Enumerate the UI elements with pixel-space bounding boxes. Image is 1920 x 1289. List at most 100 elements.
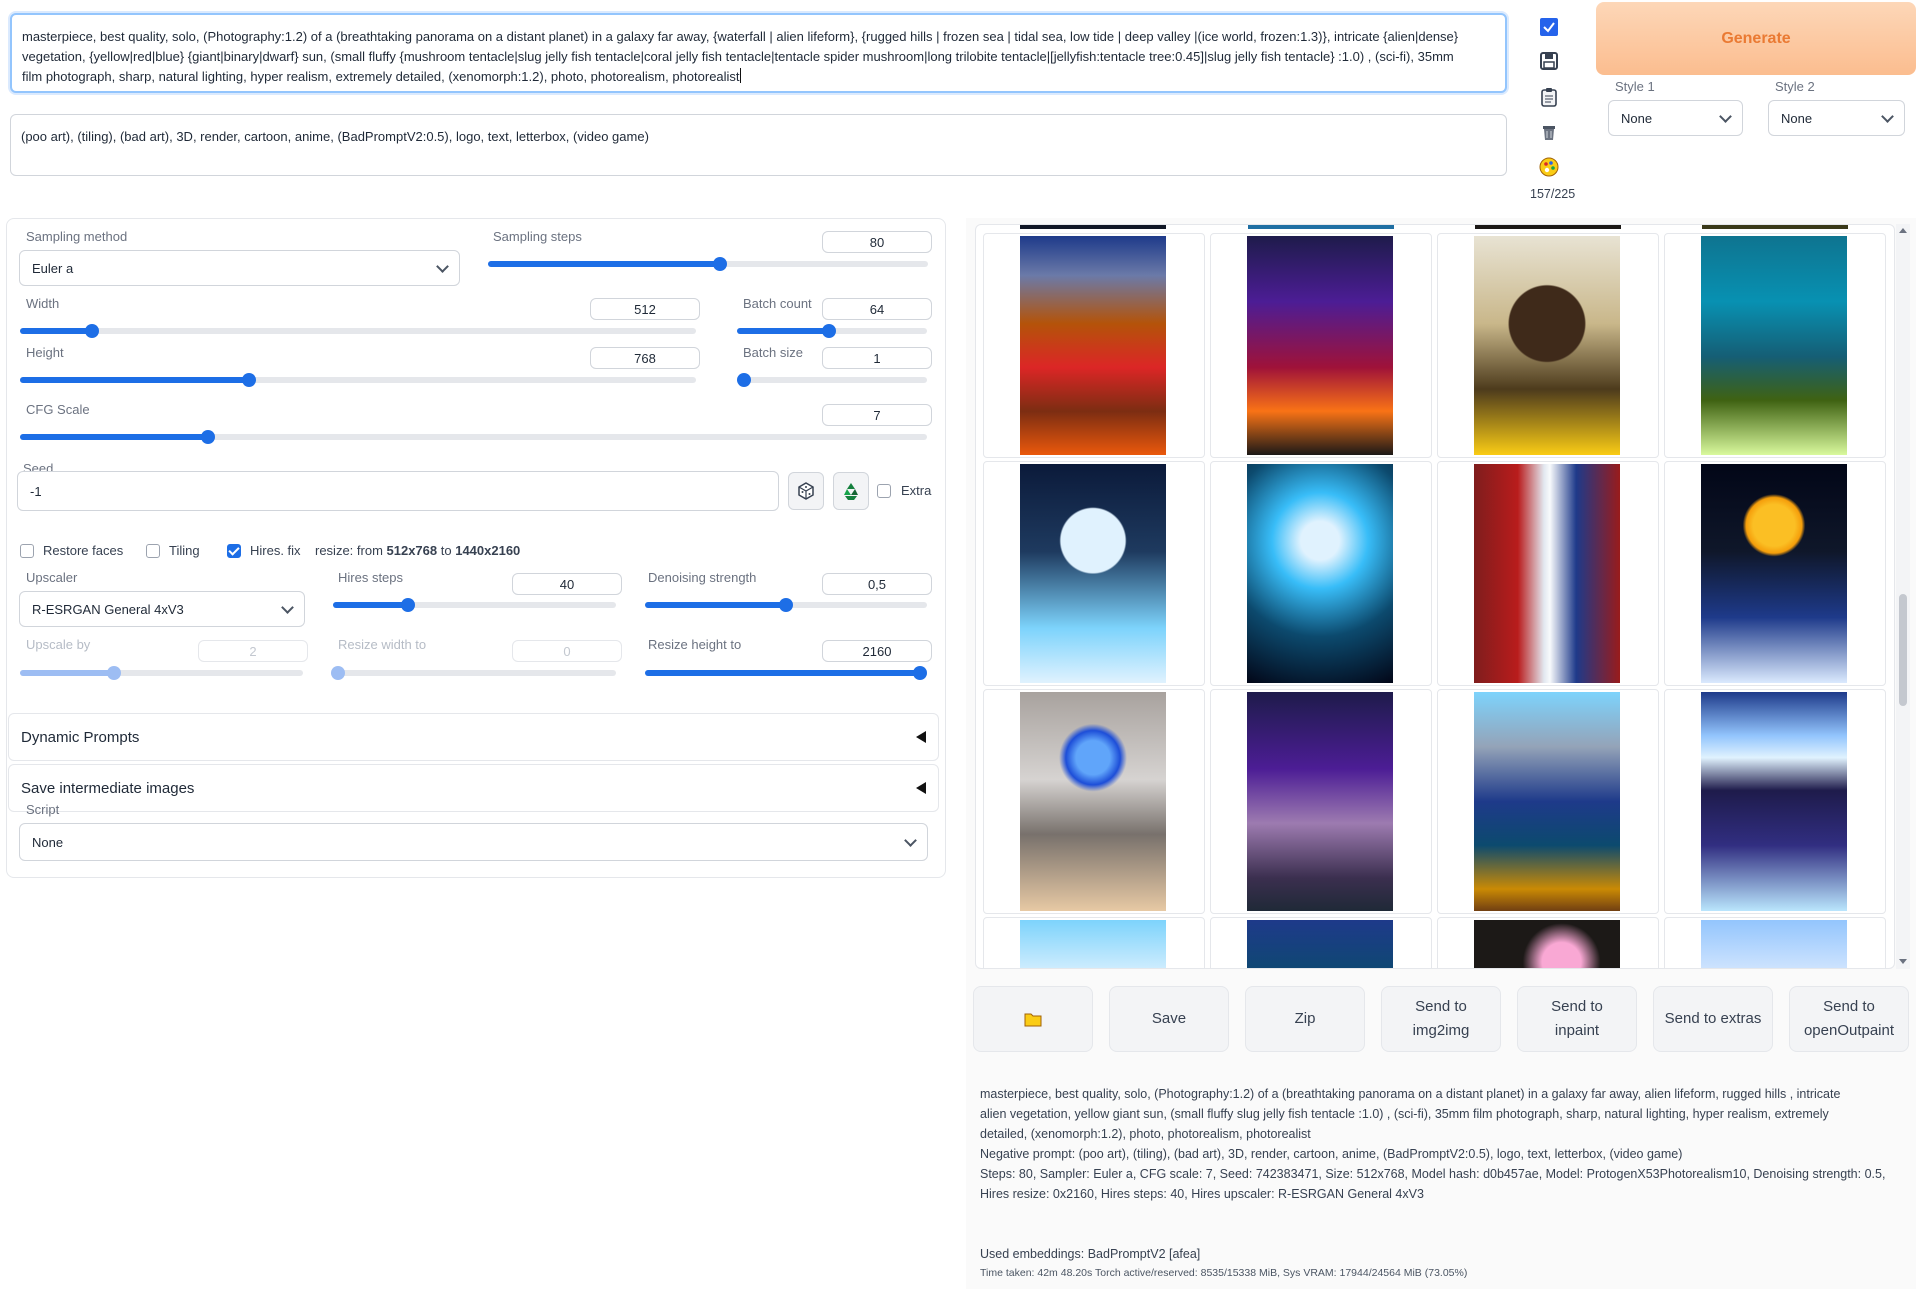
slider-thumb[interactable]: [200, 430, 215, 444]
seed-input[interactable]: -1: [17, 471, 779, 511]
hires-fix-checkbox[interactable]: [227, 544, 241, 558]
gallery-thumbnail[interactable]: [983, 689, 1205, 914]
gallery-thumbnail[interactable]: [1664, 233, 1886, 458]
gallery-thumbnail[interactable]: [1210, 461, 1432, 686]
slider-thumb[interactable]: [779, 598, 793, 612]
style1-select[interactable]: None: [1608, 100, 1743, 136]
send-to-img2img-button[interactable]: Send to img2img: [1381, 986, 1501, 1052]
gallery-thumbnail[interactable]: [1210, 233, 1432, 458]
save-intermediate-accordion[interactable]: Save intermediate images: [8, 764, 939, 812]
denoising-strength-input[interactable]: 0,5: [822, 573, 932, 595]
script-value: None: [32, 834, 64, 850]
clear-prompt-button[interactable]: [1536, 119, 1562, 145]
prompt-textarea[interactable]: masterpiece, best quality, solo, (Photog…: [10, 13, 1507, 93]
gallery-thumbnail[interactable]: [983, 461, 1205, 686]
width-slider[interactable]: [20, 324, 696, 338]
floppy-disk-icon: [1540, 52, 1558, 70]
resize-to: 1440x2160: [455, 543, 521, 558]
info-line: Steps: 80, Sampler: Euler a, CFG scale: …: [980, 1167, 1886, 1181]
hires-steps-input[interactable]: 40: [512, 573, 622, 595]
open-folder-button[interactable]: [973, 986, 1093, 1052]
apply-style-button[interactable]: [1536, 84, 1562, 110]
paste-params-button[interactable]: [1536, 14, 1562, 40]
gallery-thumbnail[interactable]: [1664, 917, 1886, 968]
send-to-extras-button[interactable]: Send to extras: [1653, 986, 1773, 1052]
extra-networks-button[interactable]: [1536, 154, 1562, 180]
dynamic-prompts-accordion[interactable]: Dynamic Prompts: [8, 713, 939, 761]
scrollbar-thumb[interactable]: [1899, 594, 1907, 706]
upscaler-select[interactable]: R-ESRGAN General 4xV3: [19, 591, 305, 627]
resize-width-slider[interactable]: [331, 666, 616, 680]
reuse-seed-button[interactable]: [833, 472, 869, 510]
resize-info-prefix: resize: from: [315, 543, 387, 558]
slider-thumb[interactable]: [737, 373, 751, 387]
sampling-steps-slider[interactable]: [488, 257, 928, 271]
gallery-thumbnail[interactable]: [1210, 917, 1432, 968]
save-button[interactable]: Save: [1109, 986, 1229, 1052]
sampling-steps-label: Sampling steps: [493, 229, 582, 244]
upscale-by-input[interactable]: 2: [198, 640, 308, 662]
image-gallery[interactable]: [975, 224, 1895, 969]
upscale-by-slider[interactable]: [20, 666, 303, 680]
gallery-thumbnail[interactable]: [1437, 461, 1659, 686]
generate-button[interactable]: Generate: [1596, 2, 1916, 75]
resize-height-slider[interactable]: [645, 666, 927, 680]
cfg-scale-slider[interactable]: [20, 430, 927, 444]
style2-select[interactable]: None: [1768, 100, 1905, 136]
info-line: Negative prompt: (poo art), (tiling), (b…: [980, 1147, 1683, 1161]
resize-height-input[interactable]: 2160: [822, 640, 932, 662]
prompt-line-3: film photograph, sharp, natural lighting…: [22, 69, 740, 84]
scroll-down-icon[interactable]: [1899, 959, 1907, 964]
gallery-thumbnail[interactable]: [1664, 689, 1886, 914]
save-style-button[interactable]: [1536, 48, 1562, 74]
gallery-thumbnail[interactable]: [983, 917, 1205, 968]
tiling-checkbox[interactable]: [146, 544, 160, 558]
restore-faces-checkbox[interactable]: [20, 544, 34, 558]
cfg-scale-label: CFG Scale: [26, 402, 90, 417]
gallery-scrollbar[interactable]: [1896, 224, 1910, 969]
slider-thumb[interactable]: [331, 666, 345, 680]
sampling-method-select[interactable]: Euler a: [19, 250, 460, 286]
send-to-openoutpaint-button[interactable]: Send to openOutpaint: [1789, 986, 1909, 1052]
slider-thumb[interactable]: [913, 666, 927, 680]
extra-checkbox[interactable]: [877, 484, 891, 498]
slider-thumb[interactable]: [822, 324, 837, 338]
gallery-thumbnail[interactable]: [983, 233, 1205, 458]
gallery-thumbnail[interactable]: [1437, 689, 1659, 914]
thumbnail-image: [1701, 236, 1847, 455]
gallery-thumbnail[interactable]: [1210, 689, 1432, 914]
denoising-strength-slider[interactable]: [645, 598, 927, 612]
style1-value: None: [1621, 110, 1653, 126]
sampling-steps-input[interactable]: 80: [822, 231, 932, 253]
batch-size-input[interactable]: 1: [822, 347, 932, 369]
batch-count-input[interactable]: 64: [822, 298, 932, 320]
zip-button[interactable]: Zip: [1245, 986, 1365, 1052]
checkbox-arrow-icon: [1540, 18, 1558, 36]
gallery-thumbnail[interactable]: [1437, 233, 1659, 458]
negative-prompt-textarea[interactable]: (poo art), (tiling), (bad art), 3D, rend…: [10, 114, 1507, 176]
button-line-1: Send to: [1415, 998, 1467, 1015]
batch-size-slider[interactable]: [737, 373, 927, 387]
height-label: Height: [26, 345, 64, 360]
height-input[interactable]: 768: [590, 347, 700, 369]
width-input[interactable]: 512: [590, 298, 700, 320]
gallery-thumbnail[interactable]: [1664, 461, 1886, 686]
slider-thumb[interactable]: [712, 257, 727, 271]
button-line-1: Send to: [1823, 998, 1875, 1015]
resize-width-input[interactable]: 0: [512, 640, 622, 662]
time-taken: Time taken: 42m 48.20s Torch active/rese…: [980, 1267, 1468, 1279]
gallery-thumbnail[interactable]: [1437, 917, 1659, 968]
height-slider[interactable]: [20, 373, 696, 387]
used-embeddings: Used embeddings: BadPromptV2 [afea]: [980, 1247, 1201, 1261]
hires-steps-slider[interactable]: [333, 598, 616, 612]
send-to-inpaint-button[interactable]: Send to inpaint: [1517, 986, 1637, 1052]
cfg-scale-input[interactable]: 7: [822, 404, 932, 426]
batch-count-slider[interactable]: [737, 324, 927, 338]
chevron-down-icon: [436, 259, 449, 273]
upscaler-value: R-ESRGAN General 4xV3: [32, 601, 184, 617]
slider-fill: [333, 602, 409, 608]
random-seed-button[interactable]: [788, 472, 824, 510]
scroll-up-icon[interactable]: [1899, 228, 1907, 233]
thumbnail-image: [1247, 692, 1393, 911]
script-select[interactable]: None: [19, 823, 928, 861]
